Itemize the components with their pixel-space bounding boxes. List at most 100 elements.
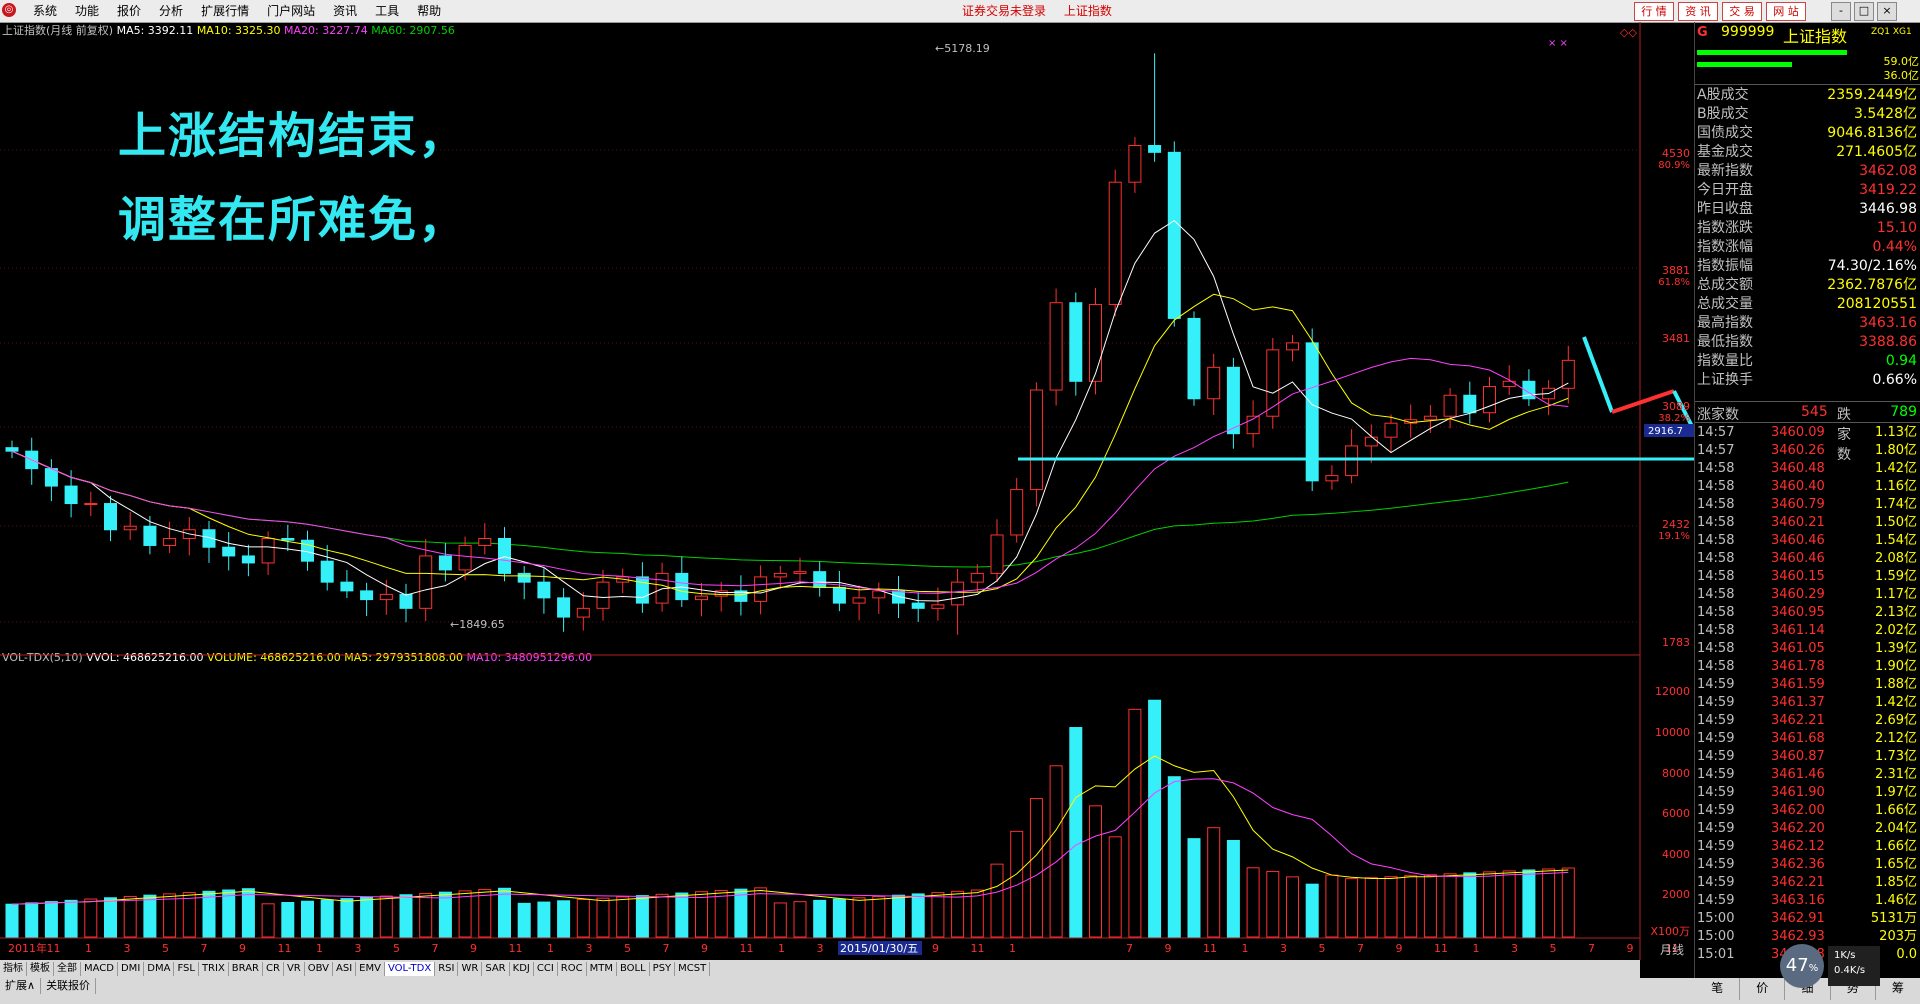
time-axis-label: 1 [1009, 942, 1016, 955]
sell-volume-value: 36.0亿 [1883, 69, 1920, 82]
candle [143, 525, 157, 546]
time-axis-label: 5 [162, 942, 169, 955]
panel-name[interactable]: 上证指数 [1783, 23, 1847, 47]
stat-label: 指数振幅 [1697, 258, 1753, 274]
website-button[interactable]: 网 站 [1766, 2, 1806, 21]
indicator-tab-rsi[interactable]: RSI [435, 962, 459, 976]
indicator-tab-kdj[interactable]: KDJ [510, 962, 534, 976]
candle [438, 555, 452, 571]
volume-bar [281, 902, 295, 938]
indicator-tab-emv[interactable]: EMV [356, 962, 385, 976]
maximize-button[interactable]: □ [1854, 2, 1874, 21]
indicator-tab-psy[interactable]: PSY [650, 962, 676, 976]
app-logo-icon: ◎ [2, 3, 16, 17]
close-button[interactable]: × [1877, 2, 1897, 21]
volume-bar [458, 890, 472, 938]
panel-tab[interactable]: 筹 [1876, 978, 1920, 1000]
annotation-line-2: 调整在所难免， [118, 192, 469, 248]
stat-value: 3463.16 [1859, 315, 1917, 331]
volume-bar [1502, 870, 1516, 938]
stat-label: 国债成交 [1697, 125, 1753, 141]
indicator-tab-cr[interactable]: CR [263, 962, 284, 976]
menu-item-3[interactable]: 分析 [150, 0, 192, 22]
tick-time: 14:59 [1697, 695, 1735, 710]
indicator-tab-mtm[interactable]: MTM [587, 962, 617, 976]
minimize-button[interactable]: - [1831, 2, 1851, 21]
news-button[interactable]: 资 讯 [1678, 2, 1718, 21]
volume-bar [754, 887, 768, 938]
time-axis-label: 1 [1473, 942, 1480, 955]
stat-value: 271.4605亿 [1836, 144, 1917, 160]
time-axis-label: 9 [1627, 942, 1634, 955]
time-axis-label: 11 [509, 942, 523, 955]
indicator-tab-全部[interactable]: 全部 [54, 962, 81, 976]
indicator-tab-trix[interactable]: TRIX [199, 962, 229, 976]
stat-row: 最高指数 3463.16 [1697, 314, 1919, 333]
volume-bar [25, 902, 39, 938]
indicator-tab-vr[interactable]: VR [284, 962, 305, 976]
tick-volume: 2.04亿 [1875, 821, 1917, 836]
indicator-tab-obv[interactable]: OBV [305, 962, 333, 976]
stat-value: 3419.22 [1859, 182, 1917, 198]
indicator-tab-fsl[interactable]: FSL [174, 962, 199, 976]
tick-volume: 1.73亿 [1875, 749, 1917, 764]
menu-item-6[interactable]: 资讯 [324, 0, 366, 22]
tick-volume: 2.31亿 [1875, 767, 1917, 782]
net-monitor-bubble[interactable]: 47% [1780, 944, 1824, 988]
menu-item-7[interactable]: 工具 [366, 0, 408, 22]
indicator-tab-brar[interactable]: BRAR [229, 962, 263, 976]
menu-item-4[interactable]: 扩展行情 [192, 0, 258, 22]
tick-price: 3462.00 [1771, 803, 1825, 818]
menu-item-1[interactable]: 功能 [66, 0, 108, 22]
indicator-tab-dmi[interactable]: DMI [118, 962, 145, 976]
trade-button[interactable]: 交 易 [1722, 2, 1762, 21]
tick-row: 14:58 3460.79 1.74亿 [1697, 496, 1919, 514]
indicator-tab-mcst[interactable]: MCST [675, 962, 711, 976]
tick-price: 3463.16 [1771, 893, 1825, 908]
indicator-tab-wr[interactable]: WR [458, 962, 483, 976]
volume-bar [478, 889, 492, 938]
stat-row: 今日开盘 3419.22 [1697, 181, 1919, 200]
candle [1384, 422, 1398, 438]
indicator-tab-cci[interactable]: CCI [534, 962, 558, 976]
tick-time: 14:58 [1697, 623, 1735, 638]
indicator-tab-指标[interactable]: 指标 [0, 962, 27, 976]
high-price-label: ←5178.19 [935, 42, 990, 55]
tick-price: 3462.91 [1771, 911, 1825, 926]
indicator-tab-asi[interactable]: ASI [333, 962, 357, 976]
time-axis-label: 9 [239, 942, 246, 955]
related-quotes-button[interactable]: 关联报价 [41, 978, 97, 994]
stat-value: 3446.98 [1859, 201, 1917, 217]
indicator-tab-dma[interactable]: DMA [144, 962, 175, 976]
candle [340, 581, 354, 592]
volume-bar [872, 895, 886, 938]
download-speed: 0.4K/s [1834, 965, 1866, 976]
current-symbol-title: 上证指数 [1063, 4, 1112, 18]
login-status[interactable]: 证券交易未登录 [962, 4, 1046, 18]
tick-price: 3462.21 [1771, 713, 1825, 728]
panel-tab[interactable]: 笔 [1695, 978, 1741, 1000]
indicator-tab-boll[interactable]: BOLL [617, 962, 650, 976]
tick-volume: 1.74亿 [1875, 497, 1917, 512]
panel-tab[interactable]: 价 [1740, 978, 1786, 1000]
market-button[interactable]: 行 情 [1634, 2, 1674, 21]
stat-row: 总成交量 208120551 [1697, 295, 1919, 314]
stat-row: 昨日收盘 3446.98 [1697, 200, 1919, 219]
panel-tag: ZQ1 XG1 [1871, 27, 1912, 37]
indicator-tab-sar[interactable]: SAR [482, 962, 510, 976]
menu-item-2[interactable]: 报价 [108, 0, 150, 22]
menu-item-0[interactable]: 系统 [24, 0, 66, 22]
indicator-tab-macd[interactable]: MACD [81, 962, 118, 976]
tick-row: 15:00 3462.93 203万 [1697, 928, 1919, 946]
indicator-tab-roc[interactable]: ROC [558, 962, 587, 976]
time-axis-label: 3 [1280, 942, 1287, 955]
expand-button[interactable]: 扩展∧ [0, 978, 42, 994]
indicator-tab-模板[interactable]: 模板 [27, 962, 54, 976]
menu-item-8[interactable]: 帮助 [408, 0, 450, 22]
tick-time: 14:58 [1697, 515, 1735, 530]
indicator-tab-vol-tdx[interactable]: VOL-TDX [384, 962, 436, 976]
candle [419, 555, 433, 609]
tick-volume: 2.12亿 [1875, 731, 1917, 746]
stat-row: 总成交额 2362.7876亿 [1697, 276, 1919, 295]
menu-item-5[interactable]: 门户网站 [258, 0, 324, 22]
